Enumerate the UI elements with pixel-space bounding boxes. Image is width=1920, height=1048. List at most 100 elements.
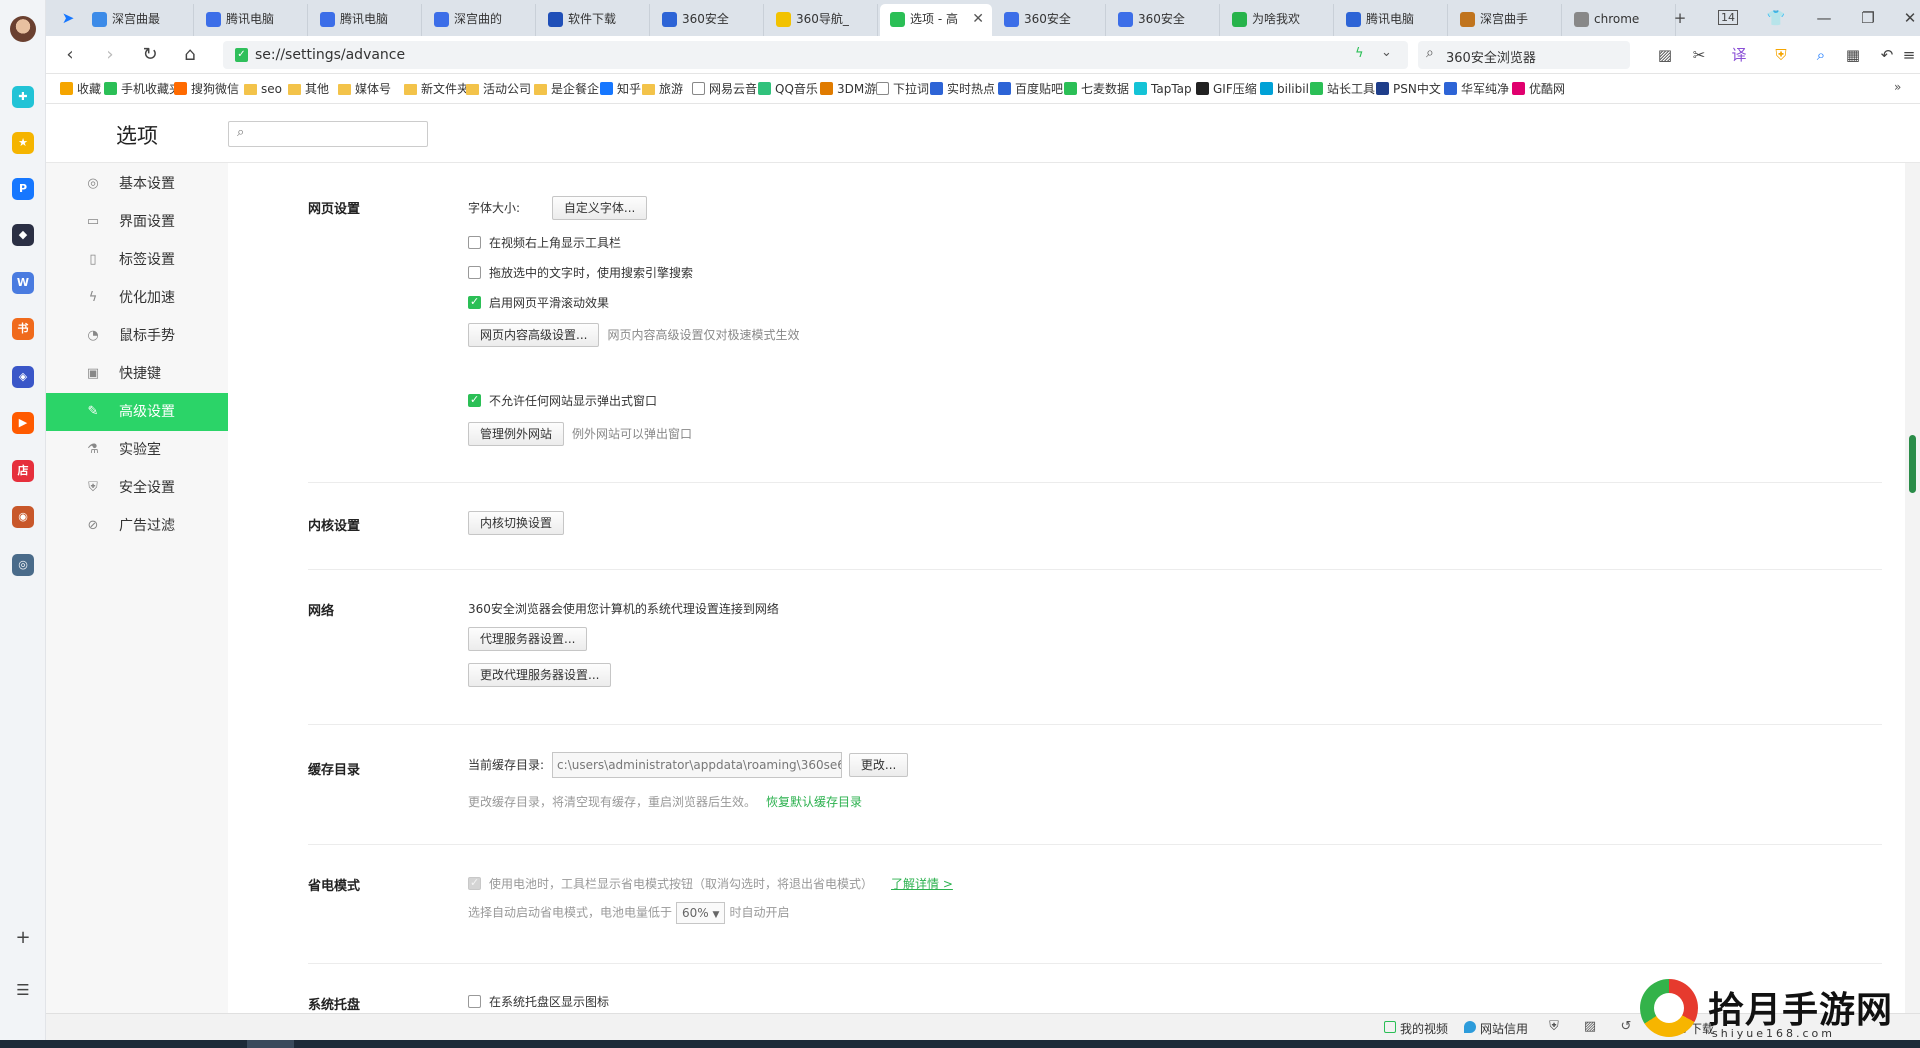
speed-mode-icon[interactable]: ϟ — [1355, 46, 1364, 61]
kernel-switch-button[interactable]: 内核切换设置 — [468, 511, 565, 535]
bookmark-4[interactable]: 其他 — [288, 81, 329, 97]
tab-close-icon[interactable]: ✕ — [972, 4, 984, 34]
tab-13[interactable]: chrome — [1564, 4, 1676, 36]
sidebar-item-3[interactable]: ϟ 优化加速 — [46, 279, 228, 317]
bookmark-6[interactable]: 新文件夹 — [404, 81, 469, 97]
battery-threshold-select[interactable]: 60% ▼ — [676, 902, 726, 924]
strip-app-p-icon[interactable]: P — [12, 178, 34, 200]
cb-tray-row[interactable]: 在系统托盘区显示图标 — [468, 993, 609, 1010]
advanced-content-button[interactable]: 网页内容高级设置... — [468, 323, 600, 347]
url-bar[interactable]: ✓ se://settings/advance ϟ ⌄ — [223, 41, 1408, 69]
bookmark-17[interactable]: 七麦数据 — [1064, 81, 1129, 97]
strip-app-novel-icon[interactable]: 书 — [12, 318, 34, 340]
forward-icon[interactable]: › — [98, 43, 122, 67]
bookmark-18[interactable]: TapTap — [1134, 81, 1192, 97]
find-icon[interactable]: ⌕ — [1810, 44, 1832, 66]
bookmark-11[interactable]: 网易云音 — [692, 81, 757, 97]
strip-add-icon[interactable]: + — [13, 928, 33, 948]
sidebar-item-5[interactable]: ▣ 快捷键 — [46, 355, 228, 393]
tab-0[interactable]: 深宫曲最 — [82, 4, 194, 36]
translate-icon[interactable]: 译 — [1728, 44, 1750, 66]
screenshot-image-icon[interactable]: ▨ — [1654, 44, 1676, 66]
bookmark-10[interactable]: 旅游 — [642, 81, 683, 97]
bookmark-21[interactable]: 站长工具 — [1310, 81, 1375, 97]
sidebar-item-7[interactable]: ⚗ 实验室 — [46, 431, 228, 469]
browser-logo-icon[interactable]: ➤ — [56, 6, 80, 30]
sidebar-item-4[interactable]: ◔ 鼠标手势 — [46, 317, 228, 355]
tab-11[interactable]: 腾讯电脑 — [1336, 4, 1448, 36]
apps-grid-icon[interactable]: ▦ — [1842, 44, 1864, 66]
bookmark-3[interactable]: seo — [244, 81, 282, 97]
tab-6[interactable]: 360导航_ — [766, 4, 878, 36]
tab-count-badge[interactable]: 14 — [1716, 6, 1740, 30]
back-icon[interactable]: ‹ — [58, 43, 82, 67]
strip-app-game2-icon[interactable]: ◈ — [12, 366, 34, 388]
bookmark-0[interactable]: 收藏 — [60, 81, 101, 97]
close-window-icon[interactable]: ✕ — [1898, 6, 1920, 30]
shield-badge-icon[interactable]: ⛨ — [1770, 44, 1792, 66]
custom-font-button[interactable]: 自定义字体... — [551, 196, 648, 220]
bookmark-5[interactable]: 媒体号 — [338, 81, 391, 97]
shirt-icon[interactable]: 👕 — [1764, 6, 1788, 30]
cache-path-input[interactable]: c:\users\administrator\appdata\roaming\3… — [552, 752, 843, 778]
proxy-settings-button[interactable]: 代理服务器设置... — [468, 627, 588, 651]
bookmark-1[interactable]: 手机收藏夹 — [104, 81, 181, 97]
cb-smooth-scroll[interactable] — [468, 295, 481, 309]
bookmark-2[interactable]: 搜狗微信 — [174, 81, 239, 97]
learn-more-link[interactable]: 了解详情 > — [891, 877, 953, 891]
cb-battery[interactable] — [468, 876, 481, 890]
strip-app-video-icon[interactable]: ▶ — [12, 412, 34, 434]
bookmark-23[interactable]: 华军纯净 — [1444, 81, 1509, 97]
strip-app-doc-icon[interactable]: W — [12, 272, 34, 294]
image-icon[interactable]: ▨ — [1582, 1019, 1598, 1035]
restore-cache-link[interactable]: 恢复默认缓存目录 — [766, 795, 862, 809]
sidebar-item-9[interactable]: ⊘ 广告过滤 — [46, 507, 228, 545]
cb-drag-search[interactable] — [468, 266, 481, 279]
bookmark-13[interactable]: 3DM游 — [820, 81, 876, 97]
taskbar-active-item[interactable] — [247, 1040, 294, 1048]
user-avatar[interactable] — [10, 16, 36, 42]
cb-smooth-scroll-row[interactable]: 启用网页平滑滚动效果 — [468, 294, 609, 311]
sidebar-item-1[interactable]: ▭ 界面设置 — [46, 203, 228, 241]
scroll-thumb[interactable] — [1909, 435, 1916, 493]
settings-search-input[interactable] — [255, 125, 423, 143]
cb-video-toolbar-row[interactable]: 在视频右上角显示工具栏 — [468, 234, 621, 251]
tab-7[interactable]: 选项 - 高 ✕ — [880, 4, 992, 36]
strip-app-game4-icon[interactable]: ◎ — [12, 554, 34, 576]
minimize-icon[interactable]: — — [1812, 6, 1836, 30]
bookmark-19[interactable]: GIF压缩 — [1196, 81, 1257, 97]
cb-battery-row[interactable]: 使用电池时，工具栏显示省电模式按钮（取消勾选时，将退出省电模式） 了解详情 > — [468, 875, 953, 892]
url-dropdown-icon[interactable]: ⌄ — [1381, 45, 1392, 60]
tab-1[interactable]: 腾讯电脑 — [196, 4, 308, 36]
cb-block-popup-row[interactable]: 不允许任何网站显示弹出式窗口 — [468, 392, 657, 409]
refresh-icon[interactable]: ↻ — [138, 43, 162, 67]
my-video-item[interactable]: 我的视频 — [1384, 1020, 1448, 1037]
manage-exceptions-button[interactable]: 管理例外网站 — [468, 422, 565, 446]
scissors-icon[interactable]: ✂ — [1688, 44, 1710, 66]
sidebar-item-2[interactable]: ▯ 标签设置 — [46, 241, 228, 279]
strip-app-game-icon[interactable]: ◆ — [12, 224, 34, 246]
bookmark-7[interactable]: 活动公司 — [466, 81, 531, 97]
tab-8[interactable]: 360安全 — [994, 4, 1106, 36]
bookmark-16[interactable]: 百度贴吧 — [998, 81, 1063, 97]
change-cache-button[interactable]: 更改... — [848, 753, 909, 777]
sidebar-item-8[interactable]: ⛨ 安全设置 — [46, 469, 228, 507]
content-scrollbar[interactable] — [1905, 163, 1920, 1013]
tab-9[interactable]: 360安全 — [1108, 4, 1220, 36]
tab-12[interactable]: 深宫曲手 — [1450, 4, 1562, 36]
cb-drag-search-row[interactable]: 拖放选中的文字时，使用搜索引擎搜索 — [468, 264, 693, 281]
restore-icon[interactable]: ❐ — [1856, 6, 1880, 30]
main-menu-icon[interactable]: ≡ — [1898, 44, 1920, 66]
sidebar-item-6[interactable]: ✎ 高级设置 — [46, 393, 228, 431]
cb-block-popup[interactable] — [468, 393, 481, 407]
change-proxy-button[interactable]: 更改代理服务器设置... — [468, 663, 612, 687]
site-credit-item[interactable]: 网站信用 — [1464, 1020, 1528, 1037]
url-text[interactable]: se://settings/advance — [255, 47, 405, 63]
bookmark-20[interactable]: bilibili — [1260, 81, 1312, 97]
bookmark-15[interactable]: 实时热点 — [930, 81, 995, 97]
sidebar-item-0[interactable]: ◎ 基本设置 — [46, 165, 228, 203]
bookmark-14[interactable]: 下拉词 — [876, 81, 929, 97]
cb-video-toolbar[interactable] — [468, 236, 481, 249]
shield-icon[interactable]: ⛨ — [1546, 1019, 1562, 1035]
cb-tray[interactable] — [468, 995, 481, 1008]
